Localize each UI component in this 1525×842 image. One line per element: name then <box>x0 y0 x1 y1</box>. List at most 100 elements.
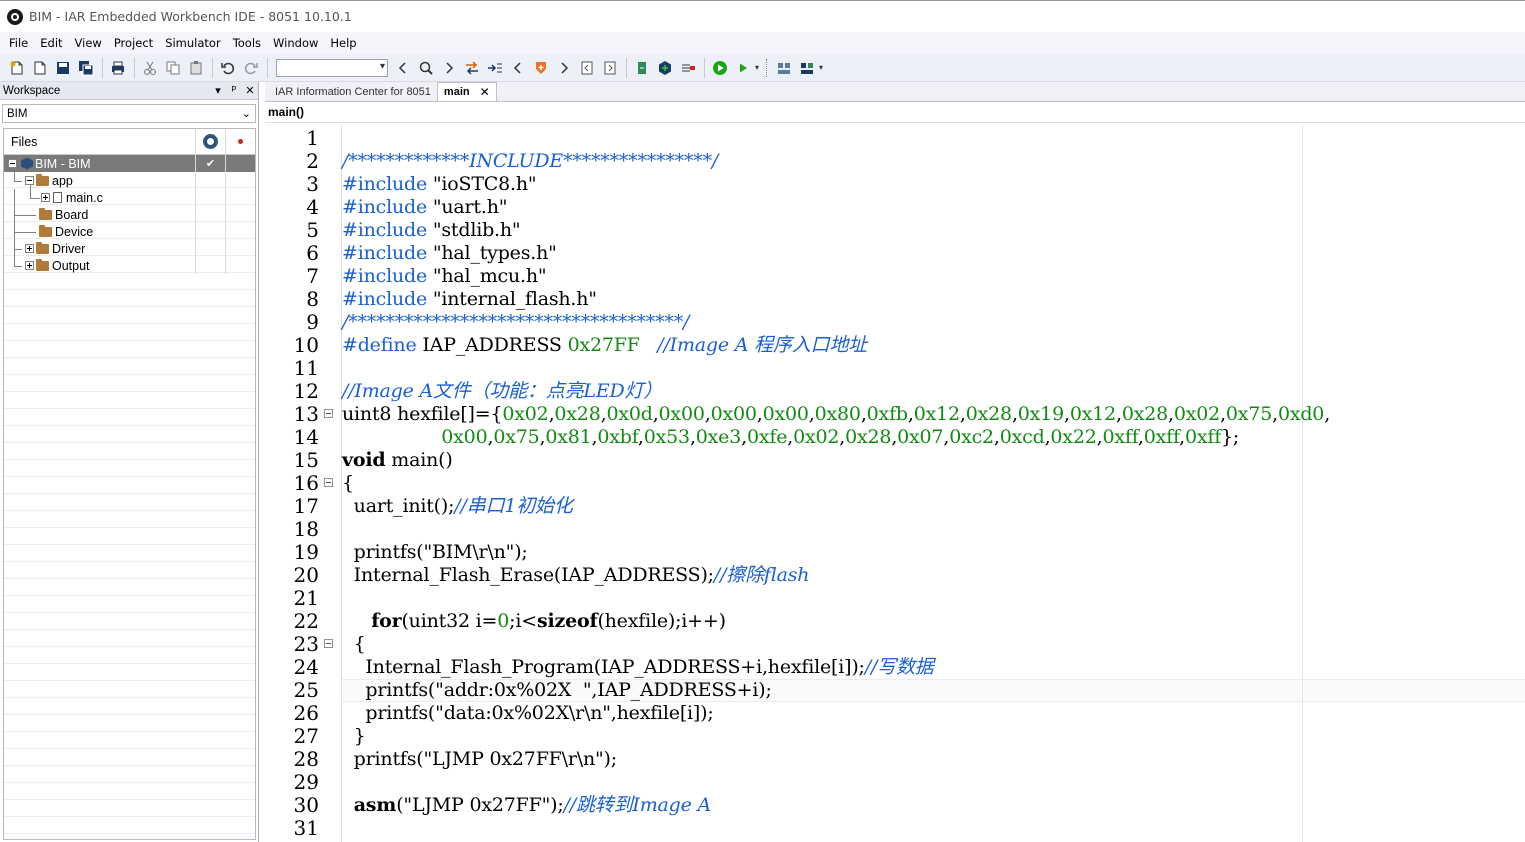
toolbar-separator <box>267 57 268 78</box>
next-bookmark-button[interactable] <box>599 57 621 79</box>
code-line[interactable]: /*************INCLUDE****************/ <box>342 150 718 173</box>
code-line[interactable]: /************************************/ <box>342 311 689 334</box>
workspace-config-select[interactable]: BIM ⌄ <box>2 104 256 123</box>
breakpoint-column-header[interactable] <box>225 128 255 155</box>
collapse-icon[interactable] <box>25 176 34 185</box>
layout-two-button[interactable] <box>796 57 818 79</box>
new-workspace-button[interactable] <box>6 57 28 79</box>
undo-button[interactable] <box>217 57 239 79</box>
download-debug-button[interactable] <box>709 57 731 79</box>
expand-icon[interactable] <box>25 244 34 253</box>
navigate-forward-button[interactable] <box>553 57 575 79</box>
tab-main[interactable]: main ✕ <box>436 82 497 101</box>
code-line[interactable]: #include "hal_types.h" <box>342 242 557 265</box>
fold-collapse-icon[interactable] <box>324 478 333 487</box>
toggle-bookmark-button[interactable] <box>530 57 552 79</box>
toolbar-separator <box>626 57 627 78</box>
save-button[interactable] <box>52 57 74 79</box>
menu-simulator[interactable]: Simulator <box>159 33 227 53</box>
tree-item-app[interactable]: app <box>4 168 255 189</box>
fold-collapse-icon[interactable] <box>324 639 333 648</box>
tab-info-center[interactable]: IAR Information Center for 8051 <box>269 82 437 101</box>
tree-item-device[interactable]: Device <box>4 223 255 240</box>
print-button[interactable] <box>107 57 129 79</box>
code-line[interactable]: uart_init();//串口1初始化 <box>342 495 573 518</box>
code-line[interactable]: void main() <box>342 449 453 472</box>
find-button[interactable] <box>415 57 437 79</box>
code-line[interactable]: #include "stdlib.h" <box>342 219 521 242</box>
debug-without-download-button[interactable] <box>732 57 754 79</box>
menu-window[interactable]: Window <box>267 33 324 53</box>
code-line[interactable]: #include "hal_mcu.h" <box>342 265 547 288</box>
options-column-header[interactable] <box>195 128 225 155</box>
code-line[interactable]: for(uint32 i=0;i<sizeof(hexfile);i++) <box>342 610 726 633</box>
expand-icon[interactable] <box>25 261 34 270</box>
tree-item-driver[interactable]: Driver <box>4 240 255 257</box>
red-dot-icon <box>238 139 243 144</box>
tree-item-label: Driver <box>52 241 86 256</box>
code-line[interactable]: uint8 hexfile[]={0x02,0x28,0x0d,0x00,0x0… <box>342 403 1330 426</box>
find-previous-button[interactable] <box>392 57 414 79</box>
redo-button[interactable] <box>240 57 262 79</box>
workspace-close-icon[interactable]: ✕ <box>242 84 258 97</box>
tree-item-output[interactable]: Output <box>4 257 255 274</box>
stop-build-button[interactable] <box>677 57 699 79</box>
menu-project[interactable]: Project <box>108 33 159 53</box>
code-line[interactable]: #include "internal_flash.h" <box>342 288 597 311</box>
previous-bookmark-button[interactable] <box>576 57 598 79</box>
code-line[interactable]: } <box>342 725 366 748</box>
close-icon[interactable]: ✕ <box>480 85 490 99</box>
go-to-line-button[interactable] <box>484 57 506 79</box>
code-line[interactable]: #include "uart.h" <box>342 196 507 219</box>
code-line[interactable]: Internal_Flash_Program(IAP_ADDRESS+i,hex… <box>342 656 933 679</box>
cut-button[interactable] <box>139 57 161 79</box>
code-line[interactable]: //Image A文件（功能：点亮LED灯） <box>342 380 662 403</box>
code-line[interactable]: printfs("LJMP 0x27FF\r\n"); <box>342 748 617 771</box>
tree-line <box>14 181 22 182</box>
menu-view[interactable]: View <box>69 33 108 53</box>
paste-button[interactable] <box>185 57 207 79</box>
empty-cell <box>195 240 225 257</box>
navigate-back-button[interactable] <box>507 57 529 79</box>
code-line[interactable]: { <box>342 472 354 495</box>
project-icon <box>21 157 33 170</box>
tree-item-board[interactable]: Board <box>4 206 255 223</box>
workspace-menu-icon[interactable]: ▾ <box>210 84 226 97</box>
compile-button[interactable] <box>631 57 653 79</box>
copy-button[interactable] <box>162 57 184 79</box>
empty-cell <box>195 257 225 274</box>
collapse-icon[interactable] <box>8 159 17 168</box>
menu-edit[interactable]: Edit <box>34 33 68 53</box>
code-editor[interactable]: 1 2 3 4 5 6 7 8 9 10 11 12 13 14 15 16 17 18 19 20 21 22 23 24 2… <box>265 125 1525 842</box>
find-next-button[interactable] <box>438 57 460 79</box>
layout-one-button[interactable] <box>773 57 795 79</box>
toolbar-overflow-icon[interactable]: ▾ <box>819 57 827 79</box>
menu-tools[interactable]: Tools <box>227 33 267 53</box>
line-number: 25 <box>293 678 319 702</box>
expand-icon[interactable] <box>41 193 50 202</box>
menu-file[interactable]: File <box>3 33 34 53</box>
find-text-combo[interactable] <box>276 58 388 77</box>
code-line[interactable]: asm("LJMP 0x27FF");//跳转到Image A <box>342 794 712 817</box>
menu-help[interactable]: Help <box>324 33 362 53</box>
tree-item-main-c[interactable]: main.c <box>4 185 255 206</box>
editor-panel: IAR Information Center for 8051 main ✕ ma… <box>265 82 1525 842</box>
code-line[interactable]: 0x00,0x75,0x81,0xbf,0x53,0xe3,0xfe,0x02,… <box>342 426 1239 449</box>
code-line[interactable]: { <box>342 633 366 656</box>
function-scope-bar[interactable]: main() <box>265 102 1525 123</box>
toolbar-overflow-icon[interactable]: ▾ <box>755 57 763 79</box>
make-button[interactable] <box>654 57 676 79</box>
toolbar-grip[interactable] <box>766 58 770 77</box>
code-line[interactable]: printfs("data:0x%02X\r\n",hexfile[i]); <box>342 702 713 725</box>
new-file-button[interactable] <box>29 57 51 79</box>
code-line[interactable]: #define IAP_ADDRESS 0x27FF //Image A 程序入… <box>342 334 867 357</box>
fold-collapse-icon[interactable] <box>324 409 333 418</box>
replace-button[interactable] <box>461 57 483 79</box>
code-line[interactable]: #include "ioSTC8.h" <box>342 173 537 196</box>
workspace-pin-icon[interactable]: ᴾ <box>226 85 242 97</box>
save-all-button[interactable] <box>75 57 97 79</box>
code-line[interactable]: printfs("BIM\r\n"); <box>342 541 528 564</box>
code-line[interactable]: Internal_Flash_Erase(IAP_ADDRESS);//擦除fl… <box>342 564 810 587</box>
code-line[interactable]: printfs("addr:0x%02X ",IAP_ADDRESS+i); <box>342 679 772 702</box>
tree-item-project[interactable]: BIM - BIM ✔ <box>4 155 255 172</box>
